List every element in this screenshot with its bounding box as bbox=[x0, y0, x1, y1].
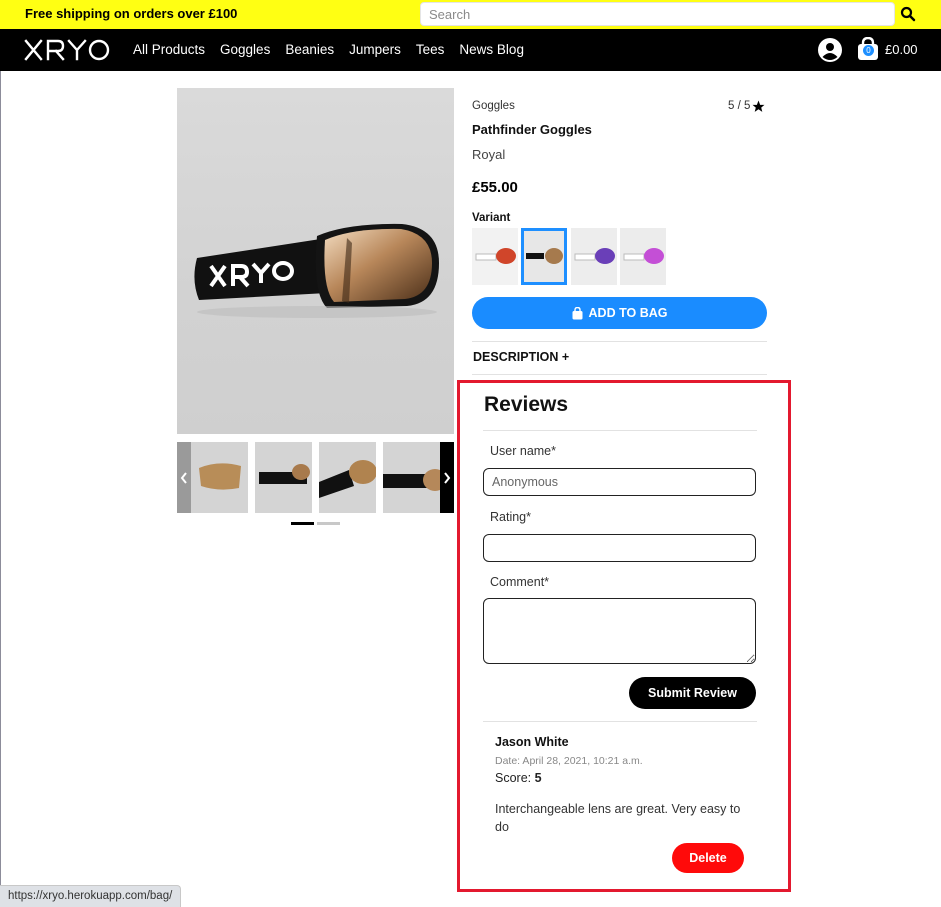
chevron-right-icon bbox=[444, 472, 451, 484]
carousel-dot-active[interactable] bbox=[291, 522, 314, 525]
comment-textarea[interactable] bbox=[483, 598, 756, 664]
account-icon[interactable] bbox=[818, 38, 842, 62]
variant-swatch-royal[interactable] bbox=[521, 228, 567, 285]
divider bbox=[483, 430, 757, 431]
thumbnail-2[interactable] bbox=[255, 442, 312, 513]
nav-link-jumpers[interactable]: Jumpers bbox=[349, 42, 401, 57]
product-price: £55.00 bbox=[472, 179, 518, 196]
review-score: Score: 5 bbox=[495, 771, 542, 785]
username-input[interactable] bbox=[483, 468, 756, 496]
thumbnail-3[interactable] bbox=[319, 442, 376, 513]
divider bbox=[472, 374, 767, 375]
review-score-label: Score: bbox=[495, 771, 532, 785]
rating-input[interactable] bbox=[483, 534, 756, 562]
promo-text: Free shipping on orders over £100 bbox=[25, 6, 238, 21]
thumbnail-1[interactable] bbox=[191, 442, 248, 513]
page-border bbox=[0, 71, 1, 907]
reviews-title: Reviews bbox=[484, 393, 569, 416]
divider bbox=[472, 341, 767, 342]
divider bbox=[483, 721, 757, 722]
goggles-image bbox=[194, 223, 439, 318]
comment-label: Comment* bbox=[490, 575, 550, 589]
product-rating: 5 / 5 bbox=[728, 100, 751, 112]
username-label: User name* bbox=[490, 444, 556, 458]
variant-label: Variant bbox=[472, 212, 511, 224]
product-name: Pathfinder Goggles bbox=[472, 122, 592, 137]
main-nav: All Products Goggles Beanies Jumpers Tee… bbox=[0, 29, 941, 71]
search-icon[interactable] bbox=[900, 6, 916, 22]
bag-icon bbox=[572, 306, 583, 319]
variant-swatch-pink[interactable] bbox=[620, 228, 666, 285]
rating-label: Rating* bbox=[490, 510, 531, 524]
review-author: Jason White bbox=[495, 735, 569, 749]
bag-count-badge: 0 bbox=[863, 45, 874, 56]
status-bar-url: https://xryo.herokuapp.com/bag/ bbox=[0, 885, 182, 907]
chevron-left-icon bbox=[180, 472, 187, 484]
delete-review-button[interactable]: Delete bbox=[672, 843, 744, 873]
star-icon bbox=[752, 100, 765, 112]
product-category[interactable]: Goggles bbox=[472, 100, 515, 112]
carousel-dot[interactable] bbox=[317, 522, 340, 525]
variant-swatch-red-orange[interactable] bbox=[472, 228, 518, 285]
variant-swatch-purple[interactable] bbox=[571, 228, 617, 285]
review-date: Date: April 28, 2021, 10:21 a.m. bbox=[495, 755, 643, 767]
thumbnail-carousel bbox=[177, 442, 454, 513]
thumbnail-4[interactable] bbox=[383, 442, 440, 513]
nav-link-news-blog[interactable]: News Blog bbox=[459, 42, 524, 57]
carousel-next-button[interactable] bbox=[440, 442, 454, 513]
nav-links: All Products Goggles Beanies Jumpers Tee… bbox=[133, 42, 524, 57]
nav-link-beanies[interactable]: Beanies bbox=[285, 42, 334, 57]
search-box[interactable] bbox=[420, 2, 895, 26]
logo[interactable] bbox=[23, 37, 111, 63]
add-to-bag-button[interactable]: ADD TO BAG bbox=[472, 297, 767, 329]
product-main-image[interactable] bbox=[177, 88, 454, 434]
nav-link-goggles[interactable]: Goggles bbox=[220, 42, 270, 57]
review-comment: Interchangeable lens are great. Very eas… bbox=[495, 802, 741, 834]
product-variant-name: Royal bbox=[472, 147, 506, 162]
submit-review-button[interactable]: Submit Review bbox=[629, 677, 756, 709]
description-toggle[interactable]: DESCRIPTION + bbox=[473, 350, 569, 364]
search-input[interactable] bbox=[421, 3, 894, 25]
bag-total[interactable]: £0.00 bbox=[885, 42, 918, 57]
nav-link-all-products[interactable]: All Products bbox=[133, 42, 205, 57]
add-to-bag-label: ADD TO BAG bbox=[588, 306, 668, 320]
carousel-prev-button[interactable] bbox=[177, 442, 191, 513]
nav-link-tees[interactable]: Tees bbox=[416, 42, 445, 57]
review-score-value: 5 bbox=[534, 771, 542, 785]
